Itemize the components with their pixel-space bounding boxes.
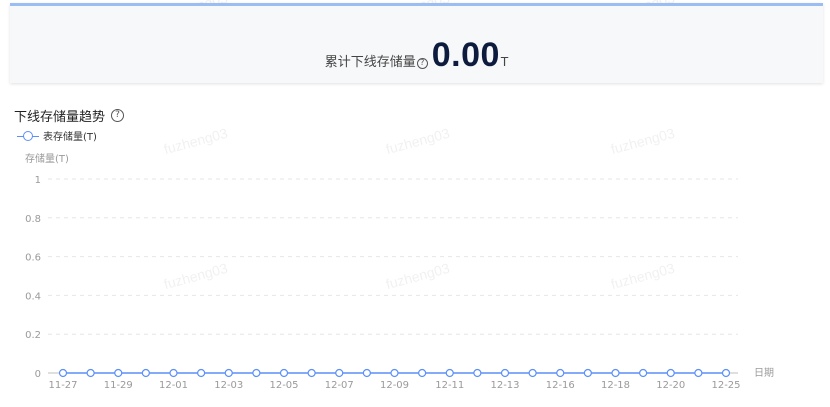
legend-label: 表存储量(T) (43, 132, 97, 143)
x-tick-label: 12-16 (546, 380, 575, 391)
data-point (445, 368, 454, 378)
data-point (666, 368, 675, 378)
y-tick-label: 0.8 (25, 214, 41, 225)
data-point (721, 368, 731, 378)
data-point (335, 368, 344, 378)
data-point (307, 368, 316, 378)
x-tick-label: 12-05 (269, 380, 298, 391)
y-tick-label: 0.6 (25, 253, 41, 264)
data-point (224, 368, 233, 378)
data-point (390, 368, 399, 378)
y-tick-label: 0.2 (25, 330, 41, 341)
data-point (694, 368, 703, 378)
legend-marker-icon (17, 130, 39, 141)
data-point (279, 368, 289, 378)
data-point (556, 368, 565, 378)
summary-card: 累计下线存储量 ? 0.00 T (10, 3, 823, 83)
summary-value: 0.00 (431, 36, 500, 74)
x-tick-label: 12-01 (159, 380, 188, 391)
data-point (169, 368, 178, 378)
summary-label: 累计下线存储量 (324, 55, 416, 70)
data-point (418, 368, 427, 378)
x-tick-label: 12-03 (214, 380, 243, 391)
x-axis-title: 日期 (754, 367, 774, 379)
chart-legend[interactable]: 表存储量(T) (17, 128, 97, 143)
x-tick-label: 12-13 (490, 380, 519, 391)
data-point (639, 368, 648, 378)
x-tick-label: 12-20 (656, 380, 685, 391)
y-tick-label: 0.4 (25, 291, 41, 302)
summary-unit: T (500, 55, 509, 69)
x-tick-label: 11-27 (48, 380, 77, 391)
data-point (362, 368, 371, 378)
data-point (500, 368, 510, 378)
data-point (473, 368, 482, 378)
data-point (197, 368, 206, 378)
section-title-text: 下线存储量趋势 (14, 110, 106, 125)
section-title: 下线存储量趋势 ? (14, 106, 125, 125)
data-point (86, 368, 95, 378)
data-point (114, 368, 123, 378)
help-icon[interactable]: ? (416, 57, 428, 69)
y-tick-label: 1 (35, 175, 41, 186)
data-point (611, 368, 620, 378)
help-icon[interactable]: ? (111, 109, 125, 122)
x-tick-label: 12-09 (380, 380, 409, 391)
data-point (141, 368, 150, 378)
x-tick-label: 12-25 (711, 380, 740, 391)
trend-chart: 存储量(T) 1 0.8 0.6 0.4 0.2 0 日期 11-27 11-29 12-01 12-… (25, 152, 774, 391)
x-tick-label: 12-07 (325, 380, 354, 391)
data-point (252, 368, 261, 378)
x-tick-label: 12-11 (435, 380, 464, 391)
x-tick-label: 12-18 (601, 380, 630, 391)
data-point (528, 368, 537, 378)
y-tick-label: 0 (35, 369, 41, 380)
data-point (583, 368, 592, 378)
x-tick-label: 11-29 (104, 380, 133, 391)
summary-row: 累计下线存储量 ? 0.00 T (10, 36, 823, 75)
y-axis-title: 存储量(T) (25, 152, 69, 165)
data-point (58, 368, 68, 378)
